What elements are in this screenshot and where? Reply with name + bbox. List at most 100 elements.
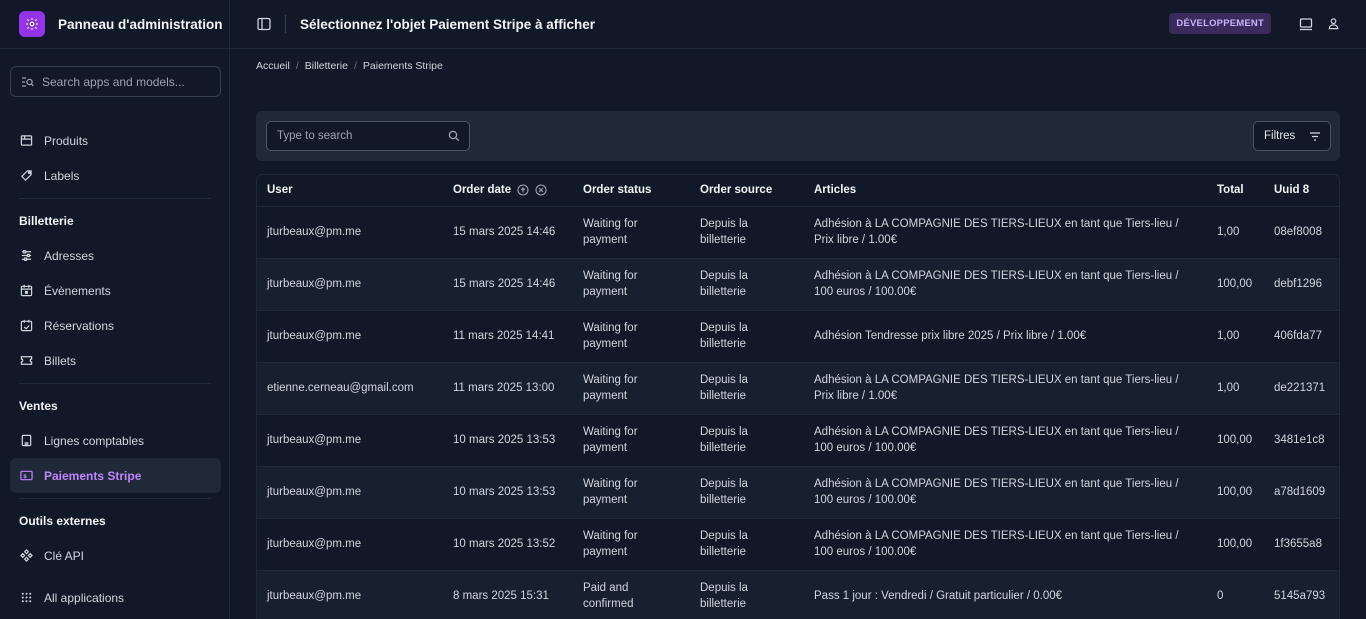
- sidebar-item-label: Réservations: [44, 318, 115, 333]
- sidebar-item-lignes-comptables[interactable]: Lignes comptables: [10, 423, 221, 458]
- sidebar-item-adresses[interactable]: Adresses: [10, 238, 221, 273]
- table-row[interactable]: jturbeaux@pm.me 10 mars 2025 13:52 Waiting…: [257, 518, 1339, 571]
- cell-user[interactable]: jturbeaux@pm.me: [257, 258, 443, 311]
- cell-order-status: Waiting for payment: [573, 414, 690, 467]
- sidebar-item-cle-api[interactable]: Clé API: [10, 538, 221, 573]
- sidebar-item-labels[interactable]: Labels: [10, 158, 221, 193]
- brand-title[interactable]: Panneau d'administration: [58, 17, 223, 32]
- cell-uuid-text: 3481e1c8: [1274, 434, 1325, 446]
- cell-total-text: 100,00: [1217, 538, 1253, 550]
- sidebar-item-evenements[interactable]: Évènements: [10, 273, 221, 308]
- search-icon: [22, 76, 34, 87]
- cell-total-text: 100,00: [1217, 486, 1253, 498]
- cell-order-status-text: Waiting for: [583, 322, 638, 334]
- cell-user[interactable]: jturbeaux@pm.me: [257, 414, 443, 467]
- cell-user[interactable]: jturbeaux@pm.me: [257, 206, 443, 259]
- column-header-total[interactable]: Total: [1207, 175, 1264, 207]
- cell-articles: Adhésion à LA COMPAGNIE DES TIERS-LIEUX …: [804, 258, 1207, 311]
- table-row[interactable]: jturbeaux@pm.me 15 mars 2025 14:46 Waiting…: [257, 206, 1339, 259]
- reservation-icon: [20, 319, 33, 332]
- cell-articles: Pass 1 jour : Vendredi / Gratuit particu…: [804, 570, 1207, 619]
- table-row[interactable]: jturbeaux@pm.me 10 mars 2025 13:53 Waiting…: [257, 414, 1339, 467]
- sidebar-item-label: Billets: [44, 353, 77, 368]
- breadcrumb-paiements-stripe: Paiements Stripe: [362, 60, 443, 72]
- column-header-order-status[interactable]: Order status: [573, 175, 690, 207]
- cell-user-text[interactable]: jturbeaux@pm.me: [267, 536, 443, 552]
- cell-total-text: 1,00: [1217, 330, 1240, 342]
- cell-user[interactable]: jturbeaux@pm.me: [257, 570, 443, 619]
- cell-total: 1,00: [1207, 310, 1264, 363]
- sidebar-item-produits[interactable]: Produits: [10, 123, 221, 158]
- table-row[interactable]: jturbeaux@pm.me 11 mars 2025 14:41 Waiting…: [257, 310, 1339, 363]
- sidebar-item-all-applications[interactable]: All applications: [10, 580, 221, 615]
- breadcrumb: Accueil / Billetterie / Paiements Stripe: [256, 60, 443, 72]
- cell-order-date-text: 8 mars 2025 15:31: [453, 590, 549, 602]
- cell-order-status-text: Paid and: [583, 582, 629, 594]
- table-row[interactable]: jturbeaux@pm.me 10 mars 2025 13:53 Waiting…: [257, 466, 1339, 519]
- table-row[interactable]: jturbeaux@pm.me 8 mars 2025 15:31 Paid and…: [257, 570, 1339, 619]
- breadcrumb-billetterie[interactable]: Billetterie: [305, 60, 348, 72]
- top-header: Sélectionnez l'objet Paiement Stripe à a…: [230, 0, 1366, 49]
- sort-ascending-icon[interactable]: [517, 184, 529, 196]
- cell-order-date: 8 mars 2025 15:31: [443, 570, 573, 619]
- cell-order-source-text: billetterie: [700, 286, 747, 298]
- column-header-uuid[interactable]: Uuid 8: [1264, 175, 1339, 207]
- table-row[interactable]: etienne.cerneau@gmail.com 11 mars 2025 13…: [257, 362, 1339, 415]
- cell-user[interactable]: jturbeaux@pm.me: [257, 518, 443, 571]
- breadcrumb-accueil[interactable]: Accueil: [256, 60, 290, 72]
- cell-user[interactable]: jturbeaux@pm.me: [257, 310, 443, 363]
- settings-logo-icon[interactable]: [19, 11, 45, 37]
- column-header-user[interactable]: User: [257, 175, 443, 207]
- cell-user-text[interactable]: jturbeaux@pm.me: [267, 484, 443, 500]
- divider: [19, 498, 211, 499]
- cell-user-text[interactable]: jturbeaux@pm.me: [267, 432, 443, 448]
- cell-order-date-text: 10 mars 2025 13:52: [453, 538, 556, 550]
- cell-articles: Adhésion à LA COMPAGNIE DES TIERS-LIEUX …: [804, 362, 1207, 415]
- user-icon[interactable]: [1327, 17, 1340, 30]
- cell-user[interactable]: jturbeaux@pm.me: [257, 466, 443, 519]
- column-header-order-source[interactable]: Order source: [690, 175, 804, 207]
- remove-sort-icon[interactable]: [535, 184, 547, 196]
- table-search-placeholder: Type to search: [277, 130, 353, 142]
- cell-user-text[interactable]: jturbeaux@pm.me: [267, 588, 443, 604]
- sidebar-toggle-icon[interactable]: [257, 17, 271, 31]
- grid-icon: [21, 592, 32, 603]
- cell-user-text[interactable]: jturbeaux@pm.me: [267, 328, 443, 344]
- sidebar-search-input[interactable]: Search apps and models...: [10, 66, 221, 97]
- cell-order-source-text: Depuis la: [700, 322, 748, 334]
- filter-icon: [1310, 132, 1320, 141]
- cell-order-source-text: billetterie: [700, 442, 747, 454]
- ticket-icon: [20, 356, 33, 365]
- table-row[interactable]: jturbeaux@pm.me 15 mars 2025 14:46 Waiting…: [257, 258, 1339, 311]
- cell-total: 100,00: [1207, 414, 1264, 467]
- table-search-input[interactable]: Type to search: [266, 121, 470, 151]
- cell-order-source-text: Depuis la: [700, 218, 748, 230]
- cell-user-text[interactable]: jturbeaux@pm.me: [267, 276, 443, 292]
- box-icon: [20, 135, 33, 146]
- document-icon: [21, 434, 32, 447]
- cell-order-date-text: 11 mars 2025 13:00: [453, 382, 555, 394]
- cell-order-status: Paid and confirmed: [573, 570, 690, 619]
- filters-button[interactable]: Filtres: [1253, 121, 1331, 151]
- column-header-order-date[interactable]: Order date: [443, 175, 573, 207]
- cell-order-date: 15 mars 2025 14:46: [443, 206, 573, 259]
- cell-articles-text: Adhésion à LA COMPAGNIE DES TIERS-LIEUX …: [814, 270, 1179, 282]
- column-header-articles[interactable]: Articles: [804, 175, 1207, 207]
- cell-articles: Adhésion à LA COMPAGNIE DES TIERS-LIEUX …: [804, 466, 1207, 519]
- cell-total: 0: [1207, 570, 1264, 619]
- sliders-icon: [21, 250, 32, 261]
- sidebar-item-reservations[interactable]: Réservations: [10, 308, 221, 343]
- cell-articles-text: Adhésion à LA COMPAGNIE DES TIERS-LIEUX …: [814, 478, 1179, 490]
- table-header-row: User Order date Order status Order sourc…: [257, 175, 1339, 207]
- monitor-icon[interactable]: [1299, 17, 1313, 31]
- cell-order-source: Depuis la billetterie: [690, 362, 804, 415]
- cell-user-text[interactable]: etienne.cerneau@gmail.com: [267, 380, 443, 396]
- cell-order-source-text: Depuis la: [700, 530, 748, 542]
- cell-articles-text: Adhésion Tendresse prix libre 2025 / Pri…: [814, 330, 1087, 342]
- cell-user[interactable]: etienne.cerneau@gmail.com: [257, 362, 443, 415]
- cell-total-text: 1,00: [1217, 226, 1240, 238]
- sidebar-item-paiements-stripe[interactable]: $ Paiements Stripe: [10, 458, 221, 493]
- sidebar-search-placeholder: Search apps and models...: [42, 74, 185, 89]
- cell-user-text[interactable]: jturbeaux@pm.me: [267, 224, 443, 240]
- sidebar-item-billets[interactable]: Billets: [10, 343, 221, 378]
